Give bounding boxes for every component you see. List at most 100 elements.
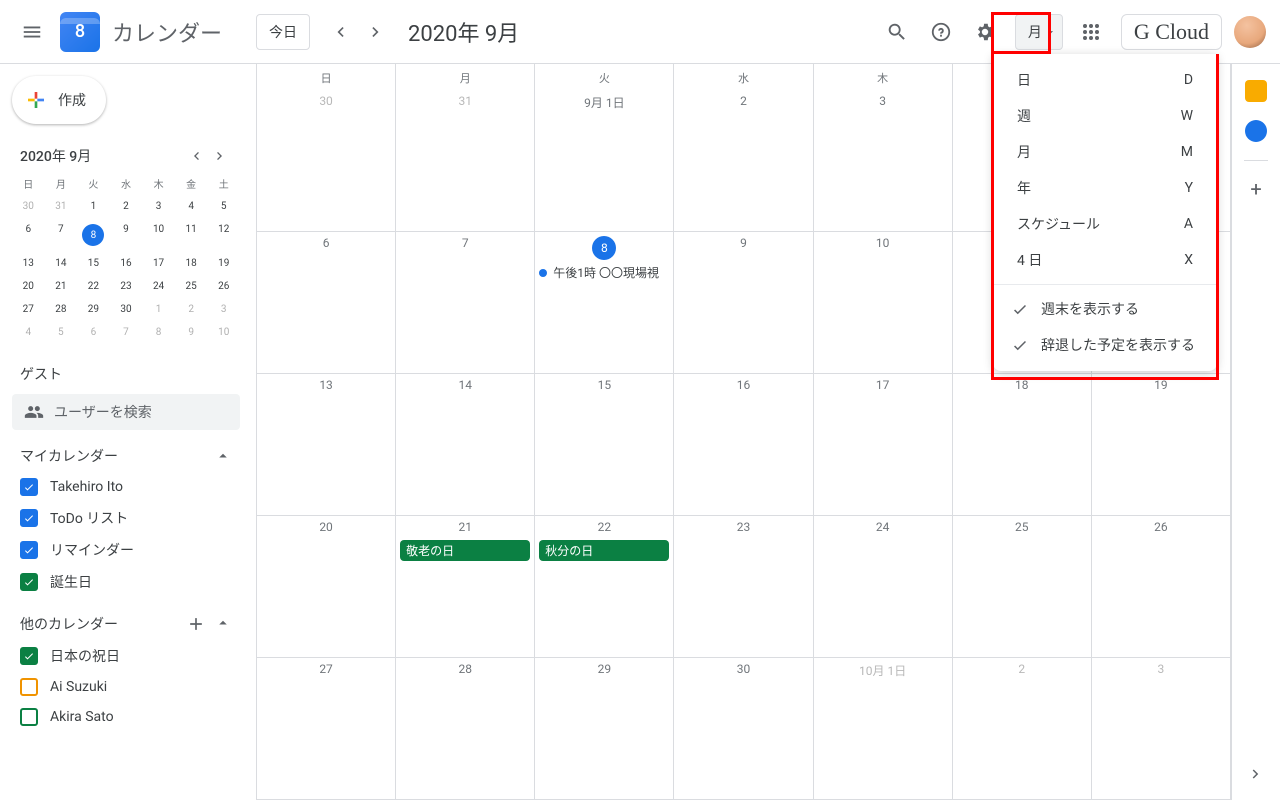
mini-day-cell[interactable]: 10 [142,218,175,252]
day-cell[interactable]: 22秋分の日 [535,516,674,657]
search-button[interactable] [877,12,917,52]
mini-day-cell[interactable]: 8 [142,321,175,344]
day-cell[interactable]: 7 [396,232,535,373]
checkbox[interactable] [20,509,38,527]
day-cell[interactable]: 9月 1日 [535,90,674,231]
mini-day-cell[interactable]: 11 [175,218,208,252]
checkbox[interactable] [20,573,38,591]
view-switcher-button[interactable]: 月 [1015,14,1063,50]
checkbox[interactable] [20,708,38,726]
day-cell[interactable]: 30 [674,658,813,799]
day-cell[interactable]: 10月 1日 [814,658,953,799]
mini-day-cell[interactable]: 20 [12,275,45,298]
mini-day-cell[interactable]: 30 [12,195,45,218]
day-cell[interactable]: 23 [674,516,813,657]
all-day-event[interactable]: 秋分の日 [539,540,669,561]
mini-calendar-grid[interactable]: 日月火水木金土303112345678910111213141516171819… [12,172,240,344]
mini-day-cell[interactable]: 17 [142,252,175,275]
day-cell[interactable]: 15 [535,374,674,515]
mini-day-cell[interactable]: 7 [45,218,78,252]
day-cell[interactable]: 13 [257,374,396,515]
view-menu-check[interactable]: 辞退した予定を表示する [993,327,1217,363]
mini-day-cell[interactable]: 9 [110,218,143,252]
checkbox[interactable] [20,647,38,665]
day-cell[interactable]: 2 [953,658,1092,799]
main-menu-button[interactable] [8,8,56,56]
day-cell[interactable]: 27 [257,658,396,799]
mini-day-cell[interactable]: 23 [110,275,143,298]
view-menu-item[interactable]: 月M [993,134,1217,170]
settings-button[interactable] [965,12,1005,52]
day-cell[interactable]: 6 [257,232,396,373]
mini-day-cell[interactable]: 12 [207,218,240,252]
day-cell[interactable]: 14 [396,374,535,515]
day-cell[interactable]: 21敬老の日 [396,516,535,657]
day-cell[interactable]: 8午後1時 〇〇現場視 [535,232,674,373]
day-cell[interactable]: 30 [257,90,396,231]
day-cell[interactable]: 28 [396,658,535,799]
mini-day-cell[interactable]: 22 [77,275,110,298]
mini-day-cell[interactable]: 2 [175,298,208,321]
day-cell[interactable]: 2 [674,90,813,231]
calendar-item[interactable]: ToDo リスト [12,502,240,534]
view-menu-check[interactable]: 週末を表示する [993,291,1217,327]
mini-day-cell[interactable]: 21 [45,275,78,298]
day-cell[interactable]: 3 [1092,658,1231,799]
day-cell[interactable]: 24 [814,516,953,657]
help-button[interactable] [921,12,961,52]
mini-day-cell[interactable]: 25 [175,275,208,298]
checkbox[interactable] [20,678,38,696]
mini-day-cell[interactable]: 9 [175,321,208,344]
day-cell[interactable]: 19 [1092,374,1231,515]
calendar-item[interactable]: Ai Suzuki [12,672,240,702]
mini-day-cell[interactable]: 29 [77,298,110,321]
calendar-item[interactable]: リマインダー [12,534,240,566]
view-menu-item[interactable]: 4 日X [993,242,1217,278]
account-avatar[interactable] [1234,16,1266,48]
day-cell[interactable]: 16 [674,374,813,515]
my-calendars-header[interactable]: マイカレンダー [12,430,240,472]
today-button[interactable]: 今日 [256,14,310,50]
mini-day-cell[interactable]: 8 [77,218,110,252]
mini-day-cell[interactable]: 13 [12,252,45,275]
mini-next-button[interactable] [208,144,232,168]
add-addon-button[interactable]: + [1246,179,1266,199]
mini-day-cell[interactable]: 14 [45,252,78,275]
mini-day-cell[interactable]: 4 [175,195,208,218]
day-cell[interactable]: 20 [257,516,396,657]
keep-icon[interactable] [1245,80,1267,102]
tasks-icon[interactable] [1245,120,1267,142]
mini-day-cell[interactable]: 4 [12,321,45,344]
mini-day-cell[interactable]: 18 [175,252,208,275]
view-menu-item[interactable]: 日D [993,62,1217,98]
day-cell[interactable]: 17 [814,374,953,515]
all-day-event[interactable]: 敬老の日 [400,540,530,561]
plus-icon[interactable] [186,614,206,634]
checkbox[interactable] [20,478,38,496]
mini-day-cell[interactable]: 3 [142,195,175,218]
chevron-up-icon[interactable] [214,447,232,465]
mini-day-cell[interactable]: 5 [207,195,240,218]
day-cell[interactable]: 10 [814,232,953,373]
mini-day-cell[interactable]: 31 [45,195,78,218]
mini-day-cell[interactable]: 2 [110,195,143,218]
mini-day-cell[interactable]: 6 [77,321,110,344]
collapse-panel-button[interactable] [1242,760,1270,788]
calendar-item[interactable]: Takehiro Ito [12,472,240,502]
calendar-item[interactable]: 誕生日 [12,566,240,598]
mini-day-cell[interactable]: 10 [207,321,240,344]
calendar-item[interactable]: Akira Sato [12,702,240,732]
mini-prev-button[interactable] [184,144,208,168]
other-calendars-header[interactable]: 他のカレンダー [12,598,240,640]
day-cell[interactable]: 29 [535,658,674,799]
mini-day-cell[interactable]: 6 [12,218,45,252]
day-cell[interactable]: 31 [396,90,535,231]
timed-event[interactable]: 午後1時 〇〇現場視 [539,264,669,281]
view-menu-item[interactable]: 年Y [993,170,1217,206]
google-apps-button[interactable] [1071,12,1111,52]
mini-day-cell[interactable]: 5 [45,321,78,344]
day-cell[interactable]: 25 [953,516,1092,657]
mini-day-cell[interactable]: 28 [45,298,78,321]
day-cell[interactable]: 18 [953,374,1092,515]
mini-day-cell[interactable]: 16 [110,252,143,275]
